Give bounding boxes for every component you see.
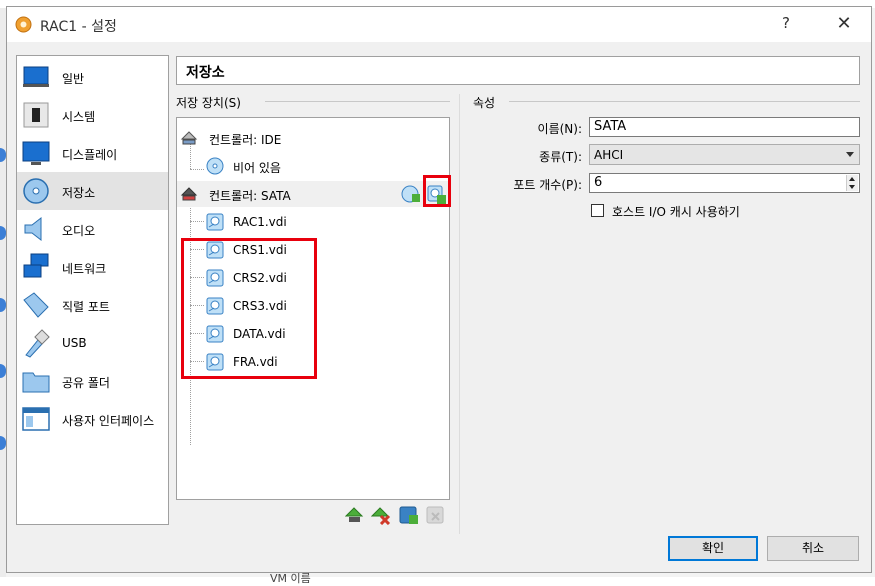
sidebar-item-label: 사용자 인터페이스 <box>62 414 155 428</box>
virtualbox-gear-icon <box>15 16 32 33</box>
port-count-spinbox[interactable]: 6 <box>589 173 860 193</box>
close-button[interactable]: ✕ <box>833 13 855 35</box>
sidebar-item-system[interactable]: 시스템 <box>17 96 168 134</box>
title-bar: RAC1 - 설정 ? ✕ <box>7 7 871 42</box>
folder-icon <box>22 372 50 393</box>
controller-icon <box>180 131 198 145</box>
sidebar-item-audio[interactable]: 오디오 <box>17 210 168 248</box>
host-io-cache-label: 호스트 I/O 캐시 사용하기 <box>612 205 740 219</box>
tree-item-controller-sata[interactable]: 컨트롤러: SATA <box>177 181 449 207</box>
sidebar-item-label: 직렬 포트 <box>62 300 110 314</box>
sidebar-item-label: 오디오 <box>62 224 96 238</box>
port-count-value: 6 <box>594 175 603 190</box>
sidebar-item-serial-port[interactable]: 직렬 포트 <box>17 286 168 324</box>
panel-splitter[interactable] <box>459 94 460 534</box>
storage-devices-label: 저장 장치(S) <box>176 96 241 110</box>
tree-item-label: 비어 있음 <box>233 161 281 175</box>
sidebar-item-general[interactable]: 일반 <box>17 58 168 96</box>
storage-tree: 컨트롤러: IDE 비어 있음 컨트롤러: SATA RAC1.vdi CRS1… <box>176 117 451 500</box>
controller-icon <box>180 187 198 201</box>
sidebar-item-label: 네트워크 <box>62 262 107 276</box>
help-button[interactable]: ? <box>777 14 795 34</box>
tree-item-label: 컨트롤러: IDE <box>209 133 282 147</box>
type-select[interactable]: AHCI <box>589 144 860 165</box>
hard-disk-icon <box>206 213 224 231</box>
sidebar-item-display[interactable]: 디스플레이 <box>17 134 168 172</box>
page-title: 저장소 <box>176 56 860 85</box>
sidebar-item-label: 일반 <box>62 72 85 86</box>
tree-item-empty-optical[interactable]: 비어 있음 <box>177 153 449 179</box>
sidebar-item-user-interface[interactable]: 사용자 인터페이스 <box>17 400 168 438</box>
system-chip-icon <box>23 102 49 128</box>
display-monitor-icon <box>22 141 50 165</box>
settings-dialog: RAC1 - 설정 ? ✕ 일반 시스템 디스플레이 저장소 오디오 네트워크 … <box>6 6 872 573</box>
sidebar-item-label: 공유 폴더 <box>62 376 110 390</box>
sidebar-item-usb[interactable]: USB <box>17 324 168 362</box>
user-interface-icon <box>22 407 50 431</box>
tree-item-label: RAC1.vdi <box>233 215 287 229</box>
speaker-icon <box>24 216 42 242</box>
sidebar-item-network[interactable]: 네트워크 <box>17 248 168 286</box>
tree-item-disk[interactable]: RAC1.vdi <box>177 209 449 235</box>
serial-port-icon <box>23 292 49 318</box>
usb-icon <box>25 329 50 358</box>
network-icon <box>23 253 49 278</box>
sidebar-item-label: 디스플레이 <box>62 148 118 162</box>
storage-disk-icon <box>23 178 49 204</box>
remove-attachment-icon[interactable] <box>426 505 446 525</box>
cancel-button[interactable]: 취소 <box>767 536 859 561</box>
spin-buttons[interactable] <box>846 175 858 191</box>
name-input[interactable]: SATA <box>589 117 860 137</box>
tree-item-controller-ide[interactable]: 컨트롤러: IDE <box>177 125 449 151</box>
name-label: 이름(N): <box>537 122 582 136</box>
remove-controller-icon[interactable] <box>371 505 391 525</box>
type-select-value: AHCI <box>594 148 624 162</box>
page-title-text: 저장소 <box>186 65 225 81</box>
sidebar-item-label: USB <box>62 336 87 350</box>
sidebar-item-shared-folders[interactable]: 공유 폴더 <box>17 362 168 400</box>
add-optical-drive-icon[interactable] <box>401 184 421 204</box>
window-title: RAC1 - 설정 <box>40 19 117 35</box>
sidebar-item-label: 저장소 <box>62 186 96 200</box>
host-io-cache-checkbox[interactable] <box>591 204 604 217</box>
general-icon <box>23 66 49 87</box>
ok-button[interactable]: 확인 <box>668 536 758 561</box>
chevron-down-icon <box>846 152 854 157</box>
attributes-label: 속성 <box>473 96 496 110</box>
spin-down-icon[interactable] <box>846 183 858 191</box>
tree-item-label: 컨트롤러: SATA <box>209 189 291 203</box>
port-count-label: 포트 개수(P): <box>513 178 582 192</box>
group-divider <box>265 101 450 102</box>
add-attachment-icon[interactable] <box>399 505 419 525</box>
highlight-box-add-disk <box>423 175 451 207</box>
group-divider <box>509 101 860 102</box>
sidebar-item-label: 시스템 <box>62 110 96 124</box>
highlight-box-disks <box>181 238 317 379</box>
spin-up-icon[interactable] <box>846 175 858 183</box>
optical-disc-icon <box>206 157 224 175</box>
type-label: 종류(T): <box>539 150 582 164</box>
sidebar-item-storage[interactable]: 저장소 <box>17 172 168 210</box>
settings-sidebar: 일반 시스템 디스플레이 저장소 오디오 네트워크 직렬 포트 USB 공유 폴… <box>16 55 169 525</box>
add-controller-icon[interactable] <box>345 505 365 525</box>
